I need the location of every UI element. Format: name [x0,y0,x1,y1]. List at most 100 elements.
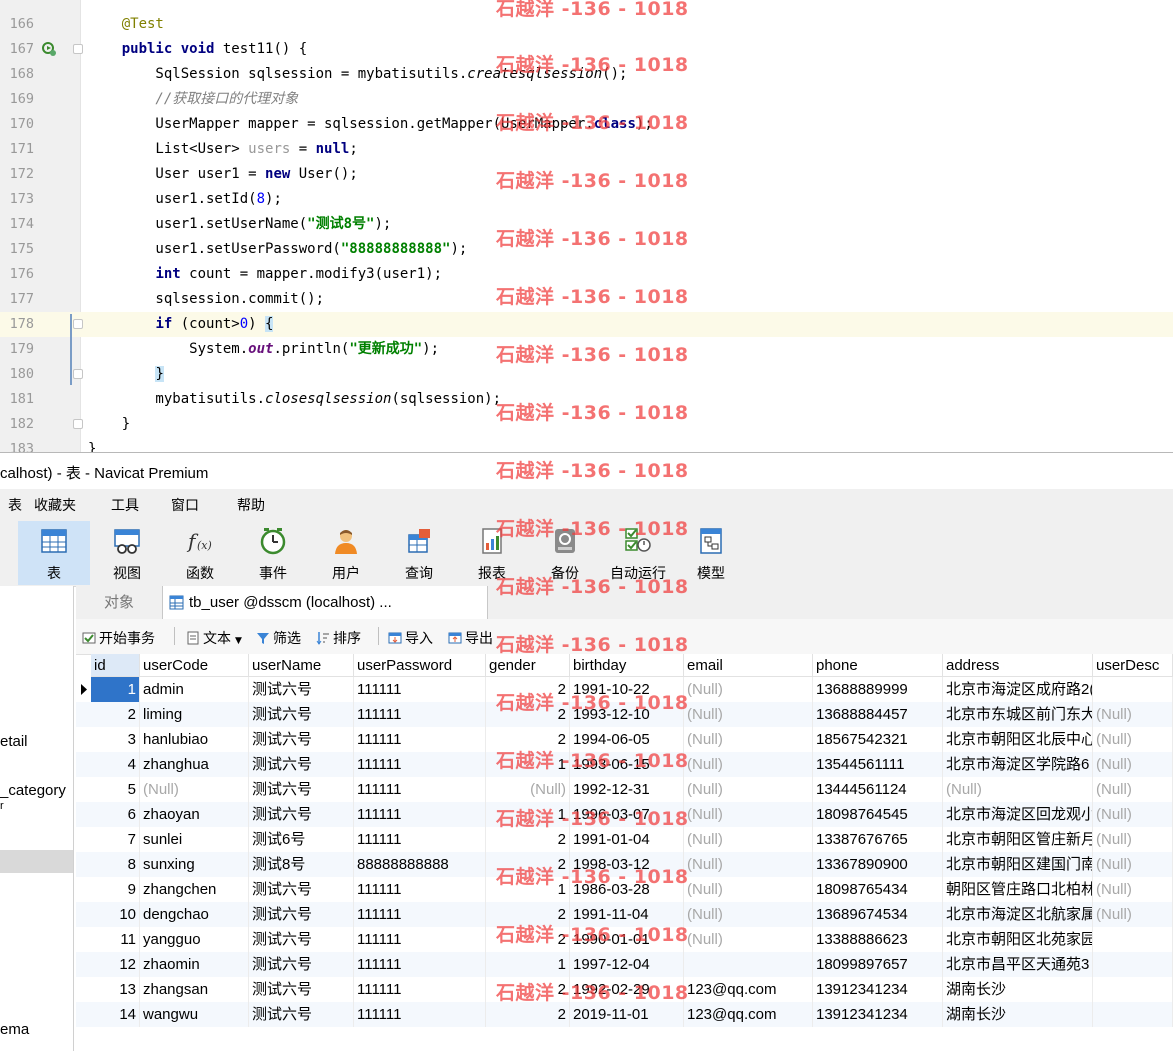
cell-address[interactable]: (Null) [943,777,1093,802]
cell-username[interactable]: 测试六号 [249,777,354,802]
cell-birthday[interactable]: 1992-12-31 [570,777,684,802]
cell-userdesc[interactable]: (Null) [1093,727,1173,752]
table-row[interactable]: 2 liming 测试六号 111111 2 1993-12-10 (Null) 136888… [76,702,1173,727]
table-row[interactable]: 9 zhangchen 测试六号 111111 1 1986-03-28 (Null) 180… [76,877,1173,902]
cell-username[interactable]: 测试六号 [249,977,354,1002]
menu-help[interactable]: 帮助 [237,495,265,515]
fold-marker-icon[interactable] [73,319,83,329]
cell-userdesc[interactable]: (Null) [1093,902,1173,927]
cell-userpassword[interactable]: 111111 [354,1002,486,1027]
cell-phone[interactable]: 13912341234 [813,1002,943,1027]
table-row[interactable]: 7 sunlei 测试6号 111111 2 1991-01-04 (Null) 133876… [76,827,1173,852]
cell-address[interactable]: 北京市海淀区成府路2( [943,677,1093,702]
table-row[interactable]: 4 zhanghua 测试六号 111111 1 1993-06-15 (Null) 1354… [76,752,1173,777]
cell-usercode[interactable]: yangguo [140,927,249,952]
cell-userpassword[interactable]: 111111 [354,752,486,777]
cell-address[interactable]: 北京市昌平区天通苑3 [943,952,1093,977]
cell-gender[interactable]: 2 [486,902,570,927]
cell-phone[interactable]: 18098764545 [813,802,943,827]
column-header-gender[interactable]: gender [486,654,570,677]
code-line[interactable]: 166 @Test [0,12,1173,37]
cell-birthday[interactable]: 1998-03-12 [570,852,684,877]
data-grid[interactable]: id userCode userName userPassword gender birt… [76,654,1173,1051]
cell-gender[interactable]: 2 [486,852,570,877]
run-test-icon[interactable] [42,42,56,56]
cell-address[interactable]: 北京市朝阳区建国门南 [943,852,1093,877]
cell-phone[interactable]: 13444561124 [813,777,943,802]
tab-objects[interactable]: 对象 [76,586,162,619]
cell-email[interactable]: (Null) [684,702,813,727]
cell-gender[interactable]: 2 [486,927,570,952]
tree-item-category[interactable]: _category [0,782,66,799]
cell-userdesc[interactable]: (Null) [1093,852,1173,877]
cell-userdesc[interactable]: (Null) [1093,777,1173,802]
cell-id[interactable]: 4 [91,752,140,777]
tree-item-selected[interactable] [0,850,73,873]
menu-favorites[interactable]: 收藏夹 [34,495,76,515]
cell-userpassword[interactable]: 111111 [354,677,486,702]
fold-marker-icon[interactable] [73,419,83,429]
ribbon-model-button[interactable]: 模型 [675,521,747,585]
cell-phone[interactable]: 13544561111 [813,752,943,777]
cell-usercode[interactable]: sunxing [140,852,249,877]
tab-tb-user[interactable]: tb_user @dsscm (localhost) ... [162,586,488,619]
cell-username[interactable]: 测试六号 [249,952,354,977]
cell-address[interactable]: 北京市海淀区回龙观小 [943,802,1093,827]
cell-usercode[interactable]: zhaomin [140,952,249,977]
cell-birthday[interactable]: 1991-01-04 [570,827,684,852]
cell-gender[interactable]: 2 [486,702,570,727]
code-editor[interactable]: 166 @Test 167 public void test11() {168 S… [0,0,1173,452]
cell-email[interactable]: (Null) [684,727,813,752]
cell-gender[interactable]: 2 [486,827,570,852]
cell-userpassword[interactable]: 111111 [354,727,486,752]
cell-gender[interactable]: 1 [486,802,570,827]
code-line[interactable]: 183} [0,437,1173,452]
cell-usercode[interactable]: zhaoyan [140,802,249,827]
cell-usercode[interactable]: sunlei [140,827,249,852]
cell-userdesc[interactable] [1093,977,1173,1002]
cell-usercode[interactable]: (Null) [140,777,249,802]
cell-phone[interactable]: 13688889999 [813,677,943,702]
cell-userdesc[interactable] [1093,952,1173,977]
table-row[interactable]: 5 (Null) 测试六号 111111 (Null) 1992-12-31 (Null) 1… [76,777,1173,802]
cell-birthday[interactable]: 1994-06-05 [570,727,684,752]
cell-username[interactable]: 测试8号 [249,852,354,877]
column-header-userpassword[interactable]: userPassword [354,654,486,677]
cell-usercode[interactable]: admin [140,677,249,702]
cell-userpassword[interactable]: 111111 [354,802,486,827]
cell-userdesc[interactable] [1093,677,1173,702]
code-line[interactable]: 182 } [0,412,1173,437]
column-header-userdesc[interactable]: userDesc [1093,654,1173,677]
cell-username[interactable]: 测试六号 [249,752,354,777]
code-line[interactable]: 173 user1.setId(8); [0,187,1173,212]
cell-id[interactable]: 9 [91,877,140,902]
cell-email[interactable]: 123@qq.com [684,1002,813,1027]
cell-id[interactable]: 5 [91,777,140,802]
cell-userdesc[interactable]: (Null) [1093,802,1173,827]
table-row[interactable]: 3 hanlubiao 测试六号 111111 2 1994-06-05 (Null) 185… [76,727,1173,752]
cell-username[interactable]: 测试六号 [249,877,354,902]
text-button[interactable]: 文本 ▼ [186,628,242,648]
cell-birthday[interactable]: 1996-03-07 [570,802,684,827]
column-header-birthday[interactable]: birthday [570,654,684,677]
cell-email[interactable]: (Null) [684,927,813,952]
ribbon-query-button[interactable]: 查询 [383,521,455,585]
code-line[interactable]: 172 User user1 = new User(); [0,162,1173,187]
cell-usercode[interactable]: liming [140,702,249,727]
cell-id[interactable]: 7 [91,827,140,852]
ribbon-automation-button[interactable]: 自动运行 [602,521,674,585]
table-row[interactable]: 8 sunxing 测试8号 88888888888 2 1998-03-12 (Null)… [76,852,1173,877]
cell-phone[interactable]: 13367890900 [813,852,943,877]
code-line[interactable]: 180 } [0,362,1173,387]
cell-username[interactable]: 测试六号 [249,702,354,727]
column-header-usercode[interactable]: userCode [140,654,249,677]
code-line[interactable]: 170 UserMapper mapper = sqlsession.getMa… [0,112,1173,137]
cell-id[interactable]: 1 [91,677,140,702]
cell-userdesc[interactable] [1093,1002,1173,1027]
cell-phone[interactable]: 18567542321 [813,727,943,752]
cell-userpassword[interactable]: 88888888888 [354,852,486,877]
code-line[interactable]: 178 if (count>0) { [0,312,1173,337]
cell-address[interactable]: 湖南长沙 [943,1002,1093,1027]
cell-gender[interactable]: 1 [486,752,570,777]
tree-item-detail[interactable]: etail [0,733,28,750]
